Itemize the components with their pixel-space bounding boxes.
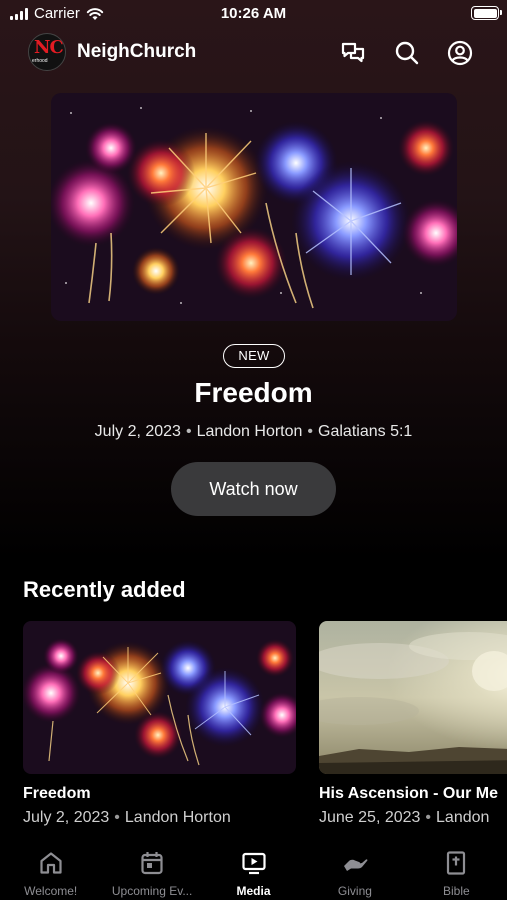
media-card[interactable]: Freedom July 2, 2023 • Landon Horton [23,621,296,827]
media-card-meta: June 25, 2023 • Landon [319,809,507,827]
watch-now-button[interactable]: Watch now [171,462,336,516]
bottom-tab-bar: Welcome! Upcoming Ev... Media Giving Bib… [0,838,507,900]
search-icon[interactable] [392,38,422,68]
tab-label: Media [236,884,271,898]
logo-mark: NC [34,37,64,58]
status-bar: Carrier 10:26 AM [0,0,507,30]
chat-icon[interactable] [338,38,368,68]
app-title: NeighChurch [77,41,197,62]
media-card-title: Freedom [23,785,91,802]
media-card-thumbnail [319,621,507,774]
sermon-speaker: Landon Horton [196,423,303,440]
sermon-scripture: Galatians 5:1 [318,423,413,440]
home-icon [40,852,62,874]
meta-separator: • [185,423,192,440]
featured-sermon-title: Freedom [194,377,313,408]
media-card-date: July 2, 2023 [23,809,110,826]
tab-welcome[interactable]: Welcome! [0,838,101,900]
featured-sermon-meta: July 2, 2023 • Landon Horton • Galatians 5:1 [0,423,507,441]
battery-icon [471,6,502,20]
giving-icon [343,859,368,871]
meta-separator: • [114,809,120,826]
media-card-title: His Ascension - Our Me [319,785,498,802]
media-card-date: June 25, 2023 [319,809,421,826]
bible-icon [447,851,466,875]
tab-label: Welcome! [24,884,78,898]
media-card-thumbnail [23,621,296,774]
new-badge: NEW [223,344,285,368]
tab-label: Bible [442,884,470,898]
media-card-meta: July 2, 2023 • Landon Horton [23,809,296,827]
meta-separator: • [307,423,314,440]
meta-separator: • [425,809,432,826]
calendar-icon [141,852,163,875]
church-logo[interactable]: NC erhood [28,33,66,71]
media-card[interactable]: His Ascension - Our Me June 25, 2023 • Lan… [319,621,507,827]
tab-label: Giving [337,884,372,898]
tab-upcoming-events[interactable]: Upcoming Ev... [101,838,202,900]
tab-bible[interactable]: Bible [406,838,507,900]
logo-subtext: erhood [32,58,48,64]
sermon-date: July 2, 2023 [94,423,181,440]
account-icon[interactable] [445,38,475,68]
tab-media[interactable]: Media [203,838,304,900]
tab-label: Upcoming Ev... [111,884,193,898]
media-card-speaker: Landon [436,809,490,826]
tab-giving[interactable]: Giving [304,838,405,900]
recently-added-heading: Recently added [23,577,186,602]
featured-sermon-artwork[interactable] [51,93,457,321]
media-card-speaker: Landon Horton [124,809,231,826]
media-icon [241,852,266,875]
status-time: 10:26 AM [220,5,287,22]
app-header: NC erhood NeighChurch [0,32,507,74]
